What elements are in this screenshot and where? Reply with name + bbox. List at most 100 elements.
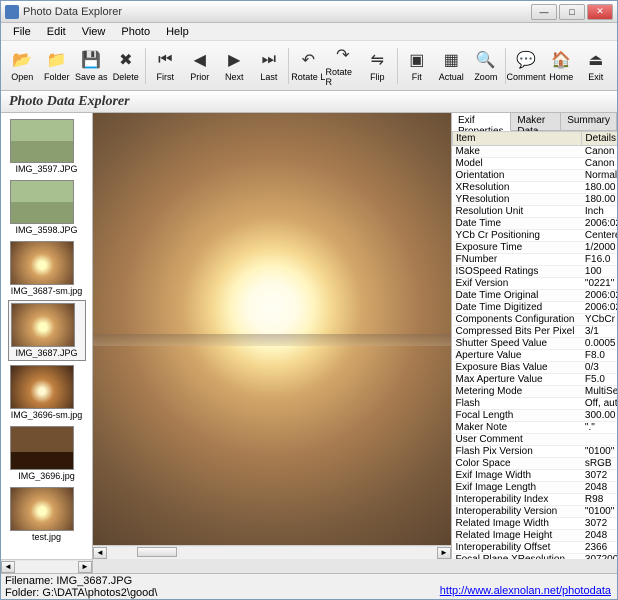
- thumbnail-strip[interactable]: IMG_3597.JPGIMG_3598.JPGIMG_3687-sm.jpg I…: [1, 113, 93, 559]
- menu-edit[interactable]: Edit: [39, 25, 74, 39]
- thumbnail[interactable]: IMG_3696.jpg: [8, 424, 86, 483]
- viewer-hscrollbar[interactable]: ◄ ►: [93, 545, 451, 559]
- property-row[interactable]: OrientationNormal: [453, 170, 618, 182]
- property-row[interactable]: Exposure Bias Value0/3: [453, 362, 618, 374]
- thumb-scroll-right[interactable]: ►: [78, 561, 92, 573]
- property-row[interactable]: Exif Version"0221": [453, 278, 618, 290]
- thumb-scroll-left[interactable]: ◄: [1, 561, 15, 573]
- zoom-button[interactable]: 🔍Zoom: [469, 44, 504, 88]
- next-icon: ▶: [223, 49, 245, 71]
- toolbar-label: Home: [549, 72, 573, 82]
- thumbnail-label: IMG_3687.JPG: [11, 348, 83, 358]
- property-row[interactable]: ISOSpeed Ratings100: [453, 266, 618, 278]
- thumb-scroll-track[interactable]: [15, 561, 78, 573]
- property-value: "0100": [582, 446, 617, 458]
- property-row[interactable]: Focal Length300.00 mm: [453, 410, 618, 422]
- toolbar-label: Rotate L: [291, 72, 325, 82]
- open-icon: 📂: [11, 49, 33, 71]
- delete-button[interactable]: ✖Delete: [109, 44, 144, 88]
- property-value: F5.0: [582, 374, 617, 386]
- thumbnail[interactable]: IMG_3687.JPG: [8, 300, 86, 361]
- property-row[interactable]: Components ConfigurationYCbCr: [453, 314, 618, 326]
- property-row[interactable]: Max Aperture ValueF5.0: [453, 374, 618, 386]
- property-row[interactable]: MakeCanon: [453, 146, 618, 158]
- last-button[interactable]: ⏭Last: [252, 44, 287, 88]
- thumbnail[interactable]: test.jpg: [8, 485, 86, 544]
- thumbnail-image: [10, 119, 74, 163]
- maximize-button[interactable]: □: [559, 4, 585, 20]
- property-row[interactable]: Resolution UnitInch: [453, 206, 618, 218]
- col-details[interactable]: Details: [582, 132, 617, 146]
- thumbnail[interactable]: IMG_3696-sm.jpg: [8, 363, 86, 422]
- property-row[interactable]: Interoperability Version"0100": [453, 506, 618, 518]
- website-link[interactable]: http://www.alexnolan.net/photodata: [440, 585, 611, 597]
- property-row[interactable]: Interoperability Offset2366: [453, 542, 618, 554]
- scroll-handle[interactable]: [137, 547, 177, 557]
- property-row[interactable]: Flash Pix Version"0100": [453, 446, 618, 458]
- fit-button[interactable]: ▣Fit: [400, 44, 435, 88]
- property-value: 0.0005 sec (1/2000): [582, 338, 617, 350]
- property-row[interactable]: User Comment: [453, 434, 618, 446]
- menu-photo[interactable]: Photo: [113, 25, 158, 39]
- scroll-track[interactable]: [107, 547, 437, 559]
- exit-button[interactable]: ⏏Exit: [579, 44, 614, 88]
- property-value: F16.0: [582, 254, 617, 266]
- property-row[interactable]: Aperture ValueF8.0: [453, 350, 618, 362]
- prior-button[interactable]: ◀Prior: [183, 44, 218, 88]
- thumbs-hscrollbar[interactable]: ◄ ►: [1, 559, 93, 573]
- home-button[interactable]: 🏠Home: [544, 44, 579, 88]
- property-row[interactable]: Exif Image Length2048: [453, 482, 618, 494]
- next-button[interactable]: ▶Next: [217, 44, 252, 88]
- tab-summary[interactable]: Summary: [561, 113, 617, 130]
- property-row[interactable]: Focal Plane XResolution3072000/892: [453, 554, 618, 560]
- actual-button[interactable]: ▦Actual: [434, 44, 469, 88]
- property-row[interactable]: Date Time Original2006:02:09 17:42:02: [453, 290, 618, 302]
- property-row[interactable]: YCb Cr PositioningCentered: [453, 230, 618, 242]
- flip-icon: ⇋: [366, 49, 388, 71]
- property-row[interactable]: Shutter Speed Value0.0005 sec (1/2000): [453, 338, 618, 350]
- save-as-button[interactable]: 💾Save as: [74, 44, 109, 88]
- property-row[interactable]: Date Time2006:02:09 17:42:02: [453, 218, 618, 230]
- property-row[interactable]: ModelCanon EOS 300D DIGITAL: [453, 158, 618, 170]
- menu-file[interactable]: File: [5, 25, 39, 39]
- close-button[interactable]: ✕: [587, 4, 613, 20]
- property-row[interactable]: Compressed Bits Per Pixel3/1: [453, 326, 618, 338]
- menu-help[interactable]: Help: [158, 25, 197, 39]
- folder-icon: 📁: [46, 49, 68, 71]
- property-row[interactable]: YResolution180.00: [453, 194, 618, 206]
- property-row[interactable]: Color SpacesRGB: [453, 458, 618, 470]
- scroll-right-button[interactable]: ►: [437, 547, 451, 559]
- menu-view[interactable]: View: [74, 25, 114, 39]
- titlebar: Photo Data Explorer — □ ✕: [1, 1, 617, 23]
- exif-properties-table[interactable]: ItemDetails MakeCanonModelCanon EOS 300D…: [452, 131, 617, 559]
- open-button[interactable]: 📂Open: [5, 44, 40, 88]
- col-item[interactable]: Item: [453, 132, 582, 146]
- first-button[interactable]: ⏮First: [148, 44, 183, 88]
- rotate-l-button[interactable]: ↶Rotate L: [291, 44, 326, 88]
- thumbnail[interactable]: IMG_3597.JPG: [8, 117, 86, 176]
- minimize-button[interactable]: —: [531, 4, 557, 20]
- property-row[interactable]: Exif Image Width3072: [453, 470, 618, 482]
- property-row[interactable]: FNumberF16.0: [453, 254, 618, 266]
- comment-button[interactable]: 💬Comment: [508, 44, 544, 88]
- flip-button[interactable]: ⇋Flip: [360, 44, 395, 88]
- property-row[interactable]: Exposure Time1/2000 sec: [453, 242, 618, 254]
- image-viewer[interactable]: [93, 113, 451, 545]
- thumbnail[interactable]: IMG_3598.JPG: [8, 178, 86, 237]
- thumbnail-image: [10, 487, 74, 531]
- property-row[interactable]: Date Time Digitized2006:02:09 17:42:02: [453, 302, 618, 314]
- folder-button[interactable]: 📁Folder: [40, 44, 75, 88]
- rotate-r-button[interactable]: ↷Rotate R: [326, 44, 361, 88]
- property-row[interactable]: FlashOff, auto mode: [453, 398, 618, 410]
- thumbnail[interactable]: IMG_3687-sm.jpg: [8, 239, 86, 298]
- property-row[interactable]: Related Image Width3072: [453, 518, 618, 530]
- property-row[interactable]: Maker Note".": [453, 422, 618, 434]
- property-row[interactable]: Metering ModeMultiSegment: [453, 386, 618, 398]
- property-name: Exposure Bias Value: [453, 362, 582, 374]
- property-row[interactable]: Related Image Height2048: [453, 530, 618, 542]
- property-row[interactable]: XResolution180.00: [453, 182, 618, 194]
- scroll-left-button[interactable]: ◄: [93, 547, 107, 559]
- tab-maker-data[interactable]: Maker Data: [511, 113, 561, 130]
- tab-exif-properties[interactable]: Exif Properties: [452, 113, 511, 131]
- property-row[interactable]: Interoperability IndexR98: [453, 494, 618, 506]
